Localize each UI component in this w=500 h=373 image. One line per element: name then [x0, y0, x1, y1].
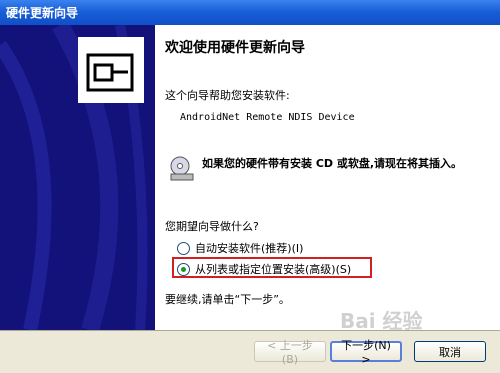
- radio-list-install-circle[interactable]: [177, 262, 190, 276]
- window-title: 硬件更新向导: [6, 6, 79, 20]
- radio-auto-install[interactable]: 自动安装软件(推荐)(I): [177, 240, 303, 256]
- device-name: AndroidNet Remote NDIS Device: [180, 112, 355, 123]
- radio-list-install[interactable]: 从列表或指定位置安装(高级)(S): [177, 261, 351, 277]
- wizard-content: 欢迎使用硬件更新向导 这个向导帮助您安装软件: AndroidNet Remot…: [155, 25, 500, 330]
- intro-text: 这个向导帮助您安装软件:: [165, 89, 290, 102]
- radio-auto-install-label: 自动安装软件(推荐)(I): [195, 242, 304, 255]
- cd-hint: 如果您的硬件带有安装 CD 或软盘,请现在将其插入。: [202, 157, 463, 170]
- question-text: 您期望向导做什么?: [165, 220, 259, 233]
- page-title: 欢迎使用硬件更新向导: [165, 40, 305, 56]
- back-button[interactable]: < 上一步(B): [254, 339, 326, 366]
- cd-drive-icon: [170, 156, 194, 181]
- cancel-button[interactable]: 取消: [414, 341, 486, 362]
- radio-list-install-label: 从列表或指定位置安装(高级)(S): [195, 263, 352, 276]
- title-bar: 硬件更新向导: [0, 0, 500, 25]
- radio-auto-install-circle[interactable]: [177, 241, 190, 255]
- wizard-banner: [0, 25, 155, 330]
- next-button[interactable]: 下一步(N) >: [330, 339, 402, 366]
- continue-text: 要继续,请单击“下一步”。: [165, 293, 290, 306]
- button-bar: < 上一步(B) 下一步(N) > 取消: [0, 330, 500, 373]
